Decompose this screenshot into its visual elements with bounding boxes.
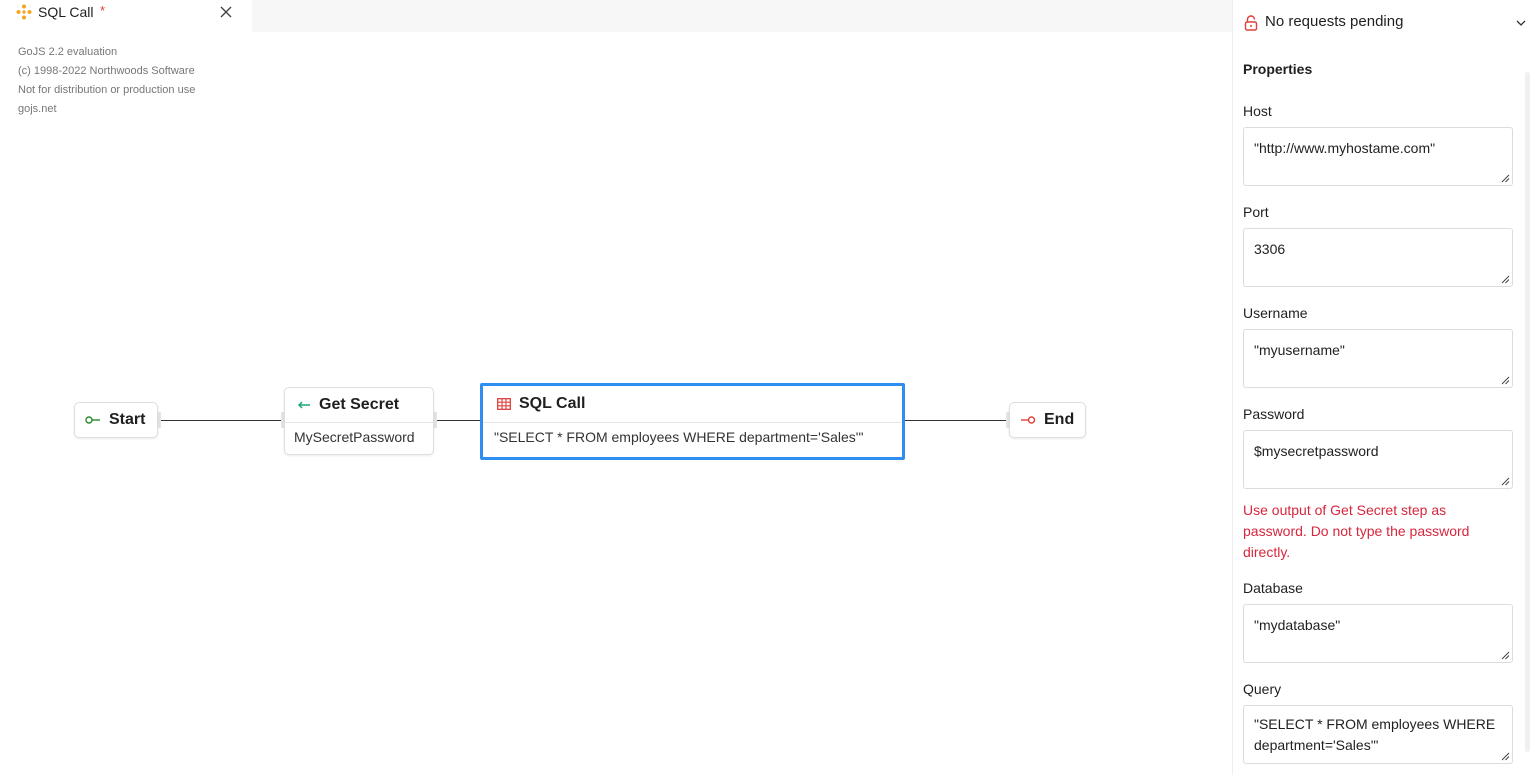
resize-handle-icon[interactable] (1501, 376, 1510, 385)
password-field[interactable]: $mysecretpassword (1243, 430, 1513, 489)
end-icon (1021, 416, 1036, 424)
chevron-down-icon (1516, 20, 1526, 26)
node-sql-call-label: SQL Call (519, 395, 586, 412)
link-sqlcall-end[interactable] (904, 420, 1008, 421)
link-start-getsecret[interactable] (160, 420, 282, 421)
port-field[interactable]: 3306 (1243, 228, 1513, 287)
database-label: Database (1243, 580, 1303, 596)
watermark-line: (c) 1998-2022 Northwoods Software (18, 65, 195, 77)
password-value: $mysecretpassword (1254, 443, 1379, 459)
node-get-secret-label: Get Secret (319, 396, 400, 413)
properties-panel: No requests pending Properties Host "htt… (1232, 0, 1530, 775)
requests-status: No requests pending (1265, 13, 1404, 30)
host-label: Host (1243, 103, 1272, 119)
username-field[interactable]: "myusername" (1243, 329, 1513, 388)
link-getsecret-sqlcall[interactable] (437, 420, 481, 421)
query-field[interactable]: "SELECT * FROM employees WHERE departmen… (1243, 705, 1513, 764)
username-value: "myusername" (1254, 342, 1345, 358)
workflow-icon (16, 4, 32, 20)
unsaved-indicator: * (100, 3, 106, 18)
tab-title: SQL Call (38, 4, 94, 20)
tab-strip: SQL Call * (0, 0, 1232, 32)
node-start-label: Start (109, 411, 146, 428)
query-value: "SELECT * FROM employees WHERE departmen… (1254, 716, 1496, 753)
watermark-line: gojs.net (18, 103, 57, 115)
node-get-secret[interactable]: Get Secret MySecretPassword (284, 387, 434, 455)
node-get-secret-subtitle: MySecretPassword (285, 422, 433, 454)
database-value: "mydatabase" (1254, 617, 1341, 633)
node-start[interactable]: Start (74, 402, 158, 438)
resize-handle-icon[interactable] (1501, 752, 1510, 761)
node-end-label: End (1044, 411, 1075, 428)
arrow-left-icon (298, 401, 310, 409)
query-label: Query (1243, 681, 1282, 697)
host-value: "http://www.myhostame.com" (1254, 140, 1436, 156)
database-field[interactable]: "mydatabase" (1243, 604, 1513, 663)
table-icon (497, 398, 511, 410)
password-error-message: Use output of Get Secret step as passwor… (1243, 502, 1470, 560)
start-icon (85, 416, 100, 424)
watermark-line: Not for distribution or production use (18, 84, 196, 96)
lock-icon (1244, 15, 1258, 31)
resize-handle-icon[interactable] (1501, 174, 1510, 183)
node-sql-call[interactable]: SQL Call "SELECT * FROM employees WHERE … (480, 383, 905, 460)
port-label: Port (1243, 204, 1269, 220)
node-sql-call-subtitle: "SELECT * FROM employees WHERE departmen… (483, 422, 902, 457)
node-end[interactable]: End (1009, 402, 1086, 438)
requests-dropdown[interactable]: No requests pending (1233, 0, 1530, 46)
tab-sql-call[interactable]: SQL Call * (0, 0, 252, 32)
watermark-line: GoJS 2.2 evaluation (18, 46, 118, 58)
panel-scrollbar[interactable] (1525, 72, 1530, 752)
resize-handle-icon[interactable] (1501, 651, 1510, 660)
host-field[interactable]: "http://www.myhostame.com" (1243, 127, 1513, 186)
close-icon[interactable] (219, 5, 233, 19)
username-label: Username (1243, 305, 1308, 321)
password-label: Password (1243, 406, 1305, 422)
properties-title: Properties (1243, 61, 1313, 77)
gojs-watermark: GoJS 2.2 evaluation (c) 1998-2022 Northw… (18, 43, 195, 119)
port-value: 3306 (1254, 241, 1286, 257)
resize-handle-icon[interactable] (1501, 477, 1510, 486)
resize-handle-icon[interactable] (1501, 275, 1510, 284)
